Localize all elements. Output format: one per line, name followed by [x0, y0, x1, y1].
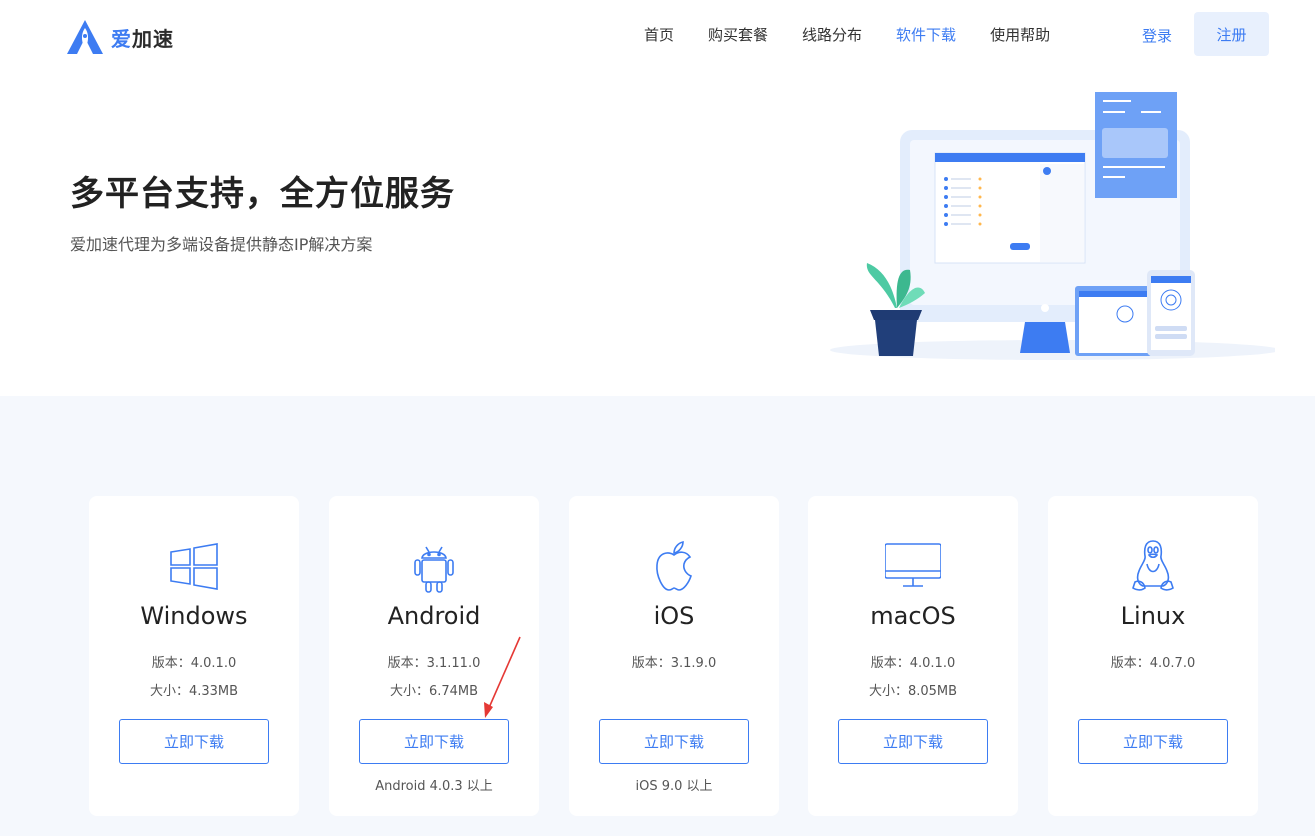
platform-size: 大小：8.05MB	[868, 684, 958, 699]
logo[interactable]: 爱加速	[65, 18, 174, 56]
download-button-ios[interactable]: 立即下载	[599, 719, 749, 764]
windows-icon	[170, 543, 218, 590]
platform-name: Windows	[140, 602, 248, 630]
nav-software-download[interactable]: 软件下载	[896, 24, 956, 45]
site-header: 爱加速 首页 购买套餐 线路分布 软件下载 使用帮助 登录 注册	[0, 0, 1315, 70]
platform-requirement: Android 4.0.3 以上	[375, 779, 493, 794]
register-button[interactable]: 注册	[1194, 12, 1269, 56]
hero-illustration	[830, 92, 1275, 360]
login-link[interactable]: 登录	[1142, 25, 1172, 46]
logo-text-rest: 加速	[132, 26, 174, 51]
download-button-android[interactable]: 立即下载	[359, 719, 509, 764]
rocket-logo-icon	[67, 20, 103, 54]
platform-version: 版本：4.0.1.0	[151, 656, 237, 671]
platform-card-macos: macOS 版本：4.0.1.0 大小：8.05MB 立即下载	[808, 496, 1018, 816]
linux-penguin-icon	[1132, 540, 1174, 591]
platform-name: Linux	[1120, 602, 1186, 630]
platform-version: 版本：4.0.7.0	[1110, 656, 1196, 671]
download-button-windows[interactable]: 立即下载	[119, 719, 269, 764]
platform-card-ios: iOS 版本：3.1.9.0 立即下载 iOS 9.0 以上	[569, 496, 779, 816]
apple-icon	[656, 541, 692, 591]
download-button-linux[interactable]: 立即下载	[1078, 719, 1228, 764]
android-icon	[414, 546, 454, 593]
platform-name: iOS	[653, 602, 695, 630]
platform-version: 版本：3.1.9.0	[631, 656, 717, 671]
download-button-macos[interactable]: 立即下载	[838, 719, 988, 764]
monitor-icon	[885, 543, 941, 587]
hero-subtitle: 爱加速代理为多端设备提供静态IP解决方案	[70, 235, 373, 254]
nav-line-distribution[interactable]: 线路分布	[802, 24, 862, 45]
platform-version: 版本：4.0.1.0	[870, 656, 956, 671]
platform-name: macOS	[870, 602, 956, 630]
nav-buy-plans[interactable]: 购买套餐	[708, 24, 768, 45]
main-nav: 首页 购买套餐 线路分布 软件下载 使用帮助	[644, 24, 1084, 45]
nav-help[interactable]: 使用帮助	[990, 24, 1050, 45]
nav-home[interactable]: 首页	[644, 24, 674, 45]
logo-text: 爱加速	[111, 23, 174, 52]
hero-title: 多平台支持，全方位服务	[70, 174, 455, 214]
platform-name: Android	[387, 602, 481, 630]
platform-card-linux: Linux 版本：4.0.7.0 立即下载	[1048, 496, 1258, 816]
platform-size: 大小：4.33MB	[149, 684, 239, 699]
downloads-section: Windows 版本：4.0.1.0 大小：4.33MB 立即下载 Androi…	[0, 396, 1315, 836]
logo-text-accent: 爱	[111, 26, 132, 51]
platform-card-windows: Windows 版本：4.0.1.0 大小：4.33MB 立即下载	[89, 496, 299, 816]
annotation-arrow	[484, 636, 521, 718]
platform-requirement: iOS 9.0 以上	[635, 779, 713, 794]
